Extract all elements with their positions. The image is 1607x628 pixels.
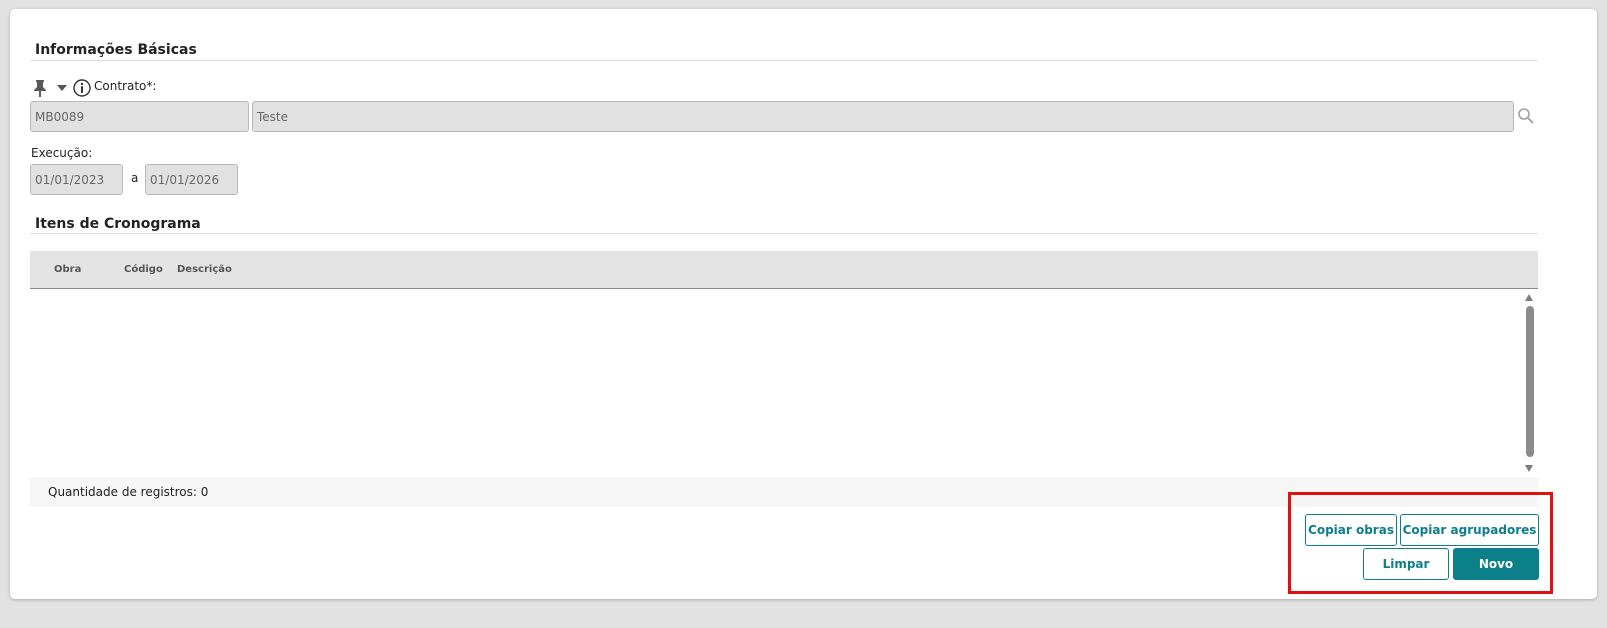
execution-label: Execução: bbox=[31, 146, 93, 160]
section-divider bbox=[30, 233, 1538, 234]
contract-label: Contrato*: bbox=[94, 79, 157, 93]
caret-down-icon[interactable] bbox=[57, 84, 67, 92]
start-date-field[interactable]: 01/01/2023 bbox=[30, 164, 123, 195]
form-card: Informações Básicas Contrato*: MB0089 Te… bbox=[10, 9, 1597, 599]
search-icon[interactable] bbox=[1517, 107, 1535, 125]
new-button[interactable]: Novo bbox=[1453, 548, 1539, 580]
scrollbar-thumb[interactable] bbox=[1526, 306, 1534, 457]
pin-icon[interactable] bbox=[33, 79, 47, 97]
scroll-down-arrow-icon[interactable] bbox=[1525, 465, 1533, 472]
column-header-descricao[interactable]: Descrição bbox=[177, 264, 232, 275]
schedule-title: Itens de Cronograma bbox=[35, 216, 201, 232]
scroll-up-arrow-icon[interactable] bbox=[1525, 294, 1533, 301]
basic-info-title: Informações Básicas bbox=[35, 42, 197, 58]
contract-name-field[interactable]: Teste bbox=[252, 101, 1514, 132]
end-date-field[interactable]: 01/01/2026 bbox=[145, 164, 238, 195]
clear-button[interactable]: Limpar bbox=[1363, 548, 1449, 580]
copy-groupers-button[interactable]: Copiar agrupadores bbox=[1400, 514, 1539, 546]
column-header-obra[interactable]: Obra bbox=[54, 264, 81, 275]
schedule-grid-body bbox=[30, 289, 1538, 477]
copy-works-button[interactable]: Copiar obras bbox=[1305, 514, 1397, 546]
column-header-codigo[interactable]: Código bbox=[124, 264, 163, 275]
section-divider bbox=[30, 60, 1538, 61]
record-count: Quantidade de registros: 0 bbox=[48, 485, 209, 499]
date-separator: a bbox=[131, 171, 139, 185]
contract-code-field[interactable]: MB0089 bbox=[30, 101, 249, 132]
schedule-grid-header: Obra Código Descrição bbox=[30, 251, 1538, 289]
info-icon[interactable] bbox=[73, 79, 91, 97]
